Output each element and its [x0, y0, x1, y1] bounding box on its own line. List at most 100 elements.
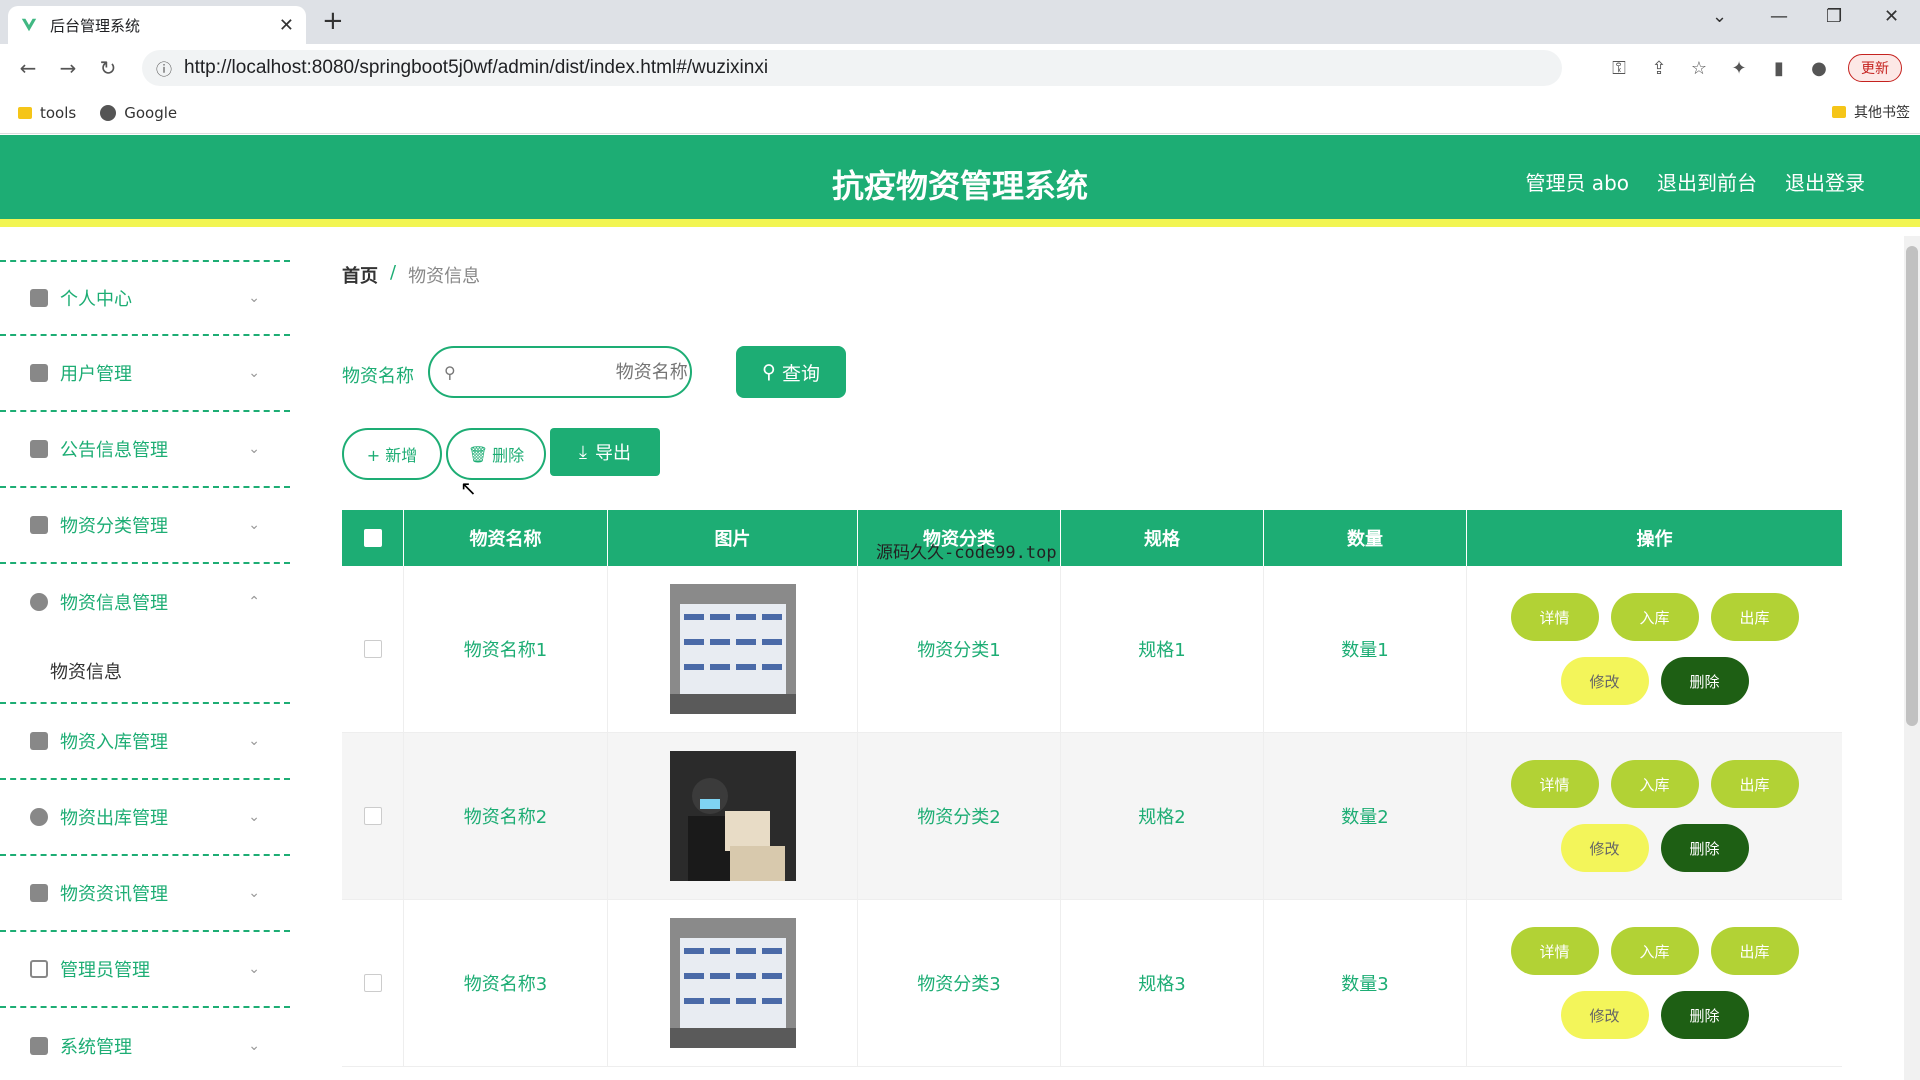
- chevron-down-icon: ⌄: [248, 885, 260, 901]
- new-tab-icon[interactable]: +: [322, 6, 344, 36]
- update-button[interactable]: 更新: [1848, 54, 1902, 82]
- chevron-down-icon: ⌄: [248, 961, 260, 977]
- close-window-icon[interactable]: ✕: [1884, 6, 1899, 27]
- cell-actions: 详情 入库 出库 修改 删除: [1467, 900, 1842, 1066]
- sidepanel-icon[interactable]: ▮: [1768, 58, 1790, 79]
- table-row: 物资名称1 物资分类1 规格1 数量1 详情 入库 出库 修改 删除: [342, 566, 1842, 733]
- delete-label: 删除: [492, 446, 525, 465]
- cell-category: 物资分类3: [858, 900, 1061, 1066]
- site-info-icon[interactable]: ⓘ: [156, 56, 172, 80]
- logout-link[interactable]: 退出登录: [1785, 167, 1865, 196]
- cell-spec: 规格2: [1061, 733, 1264, 899]
- row-checkbox[interactable]: [363, 640, 382, 658]
- sidebar-item-label: 物资信息管理: [60, 593, 168, 614]
- search-input[interactable]: [455, 361, 688, 383]
- edit-button[interactable]: 修改: [1560, 991, 1649, 1039]
- overlay-watermark-text: 源码久久-code99.top: [876, 543, 1057, 563]
- bookmark-google[interactable]: Google: [100, 104, 177, 122]
- globe-icon: [100, 104, 117, 121]
- sidebar-subitem-material-info[interactable]: 物资信息: [0, 640, 290, 704]
- row-checkbox[interactable]: [363, 807, 382, 825]
- stock-in-button[interactable]: 入库: [1610, 760, 1699, 808]
- minimize-icon[interactable]: —: [1770, 6, 1788, 27]
- col-header-qty[interactable]: 数量: [1264, 510, 1467, 566]
- col-header-name[interactable]: 物资名称: [404, 510, 608, 566]
- reload-icon[interactable]: ↻: [88, 56, 128, 80]
- crop-icon: [30, 960, 48, 978]
- page-scrollbar[interactable]: [1904, 236, 1920, 1080]
- batch-delete-button[interactable]: 🗑 删除: [446, 428, 546, 480]
- key-icon[interactable]: ⚿: [1608, 58, 1630, 79]
- sidebar-item-stock-in[interactable]: 物资入库管理 ⌄: [0, 704, 290, 780]
- sidebar-item-label: 公告信息管理: [60, 440, 168, 461]
- material-photo-person: [669, 751, 796, 881]
- sidebar-item-personal-center[interactable]: 个人中心 ⌄: [0, 260, 290, 336]
- tab-title: 后台管理系统: [50, 16, 141, 35]
- folder-icon: [1832, 106, 1846, 118]
- breadcrumb-home[interactable]: 首页: [342, 262, 378, 288]
- stock-in-button[interactable]: 入库: [1610, 593, 1699, 641]
- mouse-cursor-icon: ↖: [460, 476, 477, 500]
- stock-out-button[interactable]: 出库: [1710, 760, 1799, 808]
- share-icon[interactable]: ⇪: [1648, 58, 1670, 79]
- add-button[interactable]: + 新增: [342, 428, 442, 480]
- sidebar-item-label: 物资资讯管理: [60, 884, 168, 905]
- detail-button[interactable]: 详情: [1510, 927, 1599, 975]
- admin-user-link[interactable]: 管理员 abo: [1525, 167, 1629, 196]
- row-select-cell: [342, 900, 404, 1066]
- sidebar-item-stock-out[interactable]: 物资出库管理 ⌄: [0, 780, 290, 856]
- tab-list-icon[interactable]: ⌄: [1712, 6, 1727, 27]
- cell-name: 物资名称3: [404, 900, 608, 1066]
- extensions-icon[interactable]: ✦: [1728, 58, 1750, 79]
- stock-in-button[interactable]: 入库: [1610, 927, 1699, 975]
- delete-button[interactable]: 删除: [1660, 824, 1749, 872]
- other-bookmarks[interactable]: 其他书签: [1832, 102, 1910, 122]
- detail-button[interactable]: 详情: [1510, 760, 1599, 808]
- row-checkbox[interactable]: [363, 974, 382, 992]
- stock-out-button[interactable]: 出库: [1710, 927, 1799, 975]
- browser-tab[interactable]: 后台管理系统 ✕: [8, 6, 306, 44]
- profile-icon[interactable]: ●: [1808, 58, 1830, 79]
- search-field[interactable]: ⚲: [428, 346, 692, 398]
- sidebar-item-categories[interactable]: 物资分类管理 ⌄: [0, 488, 290, 564]
- cell-actions: 详情 入库 出库 修改 删除: [1467, 566, 1842, 732]
- chart-icon: [30, 440, 48, 458]
- chevron-down-icon: ⌄: [248, 365, 260, 381]
- delete-button[interactable]: 删除: [1660, 991, 1749, 1039]
- star-icon[interactable]: ☆: [1688, 58, 1710, 79]
- forward-icon[interactable]: →: [48, 56, 88, 80]
- cell-qty: 数量3: [1264, 900, 1467, 1066]
- back-icon[interactable]: ←: [8, 56, 48, 80]
- edit-button[interactable]: 修改: [1560, 657, 1649, 705]
- search-icon: ⚲: [762, 361, 776, 383]
- user-icon: [30, 289, 48, 307]
- close-tab-icon[interactable]: ✕: [279, 15, 294, 36]
- url-field[interactable]: ⓘ http://localhost:8080/springboot5j0wf/…: [142, 50, 1562, 86]
- delete-button[interactable]: 删除: [1660, 657, 1749, 705]
- stock-out-button[interactable]: 出库: [1710, 593, 1799, 641]
- chevron-down-icon: ⌄: [248, 733, 260, 749]
- sidebar-item-admins[interactable]: 管理员管理 ⌄: [0, 932, 290, 1008]
- col-header-spec[interactable]: 规格: [1061, 510, 1264, 566]
- sidebar-item-news[interactable]: 物资资讯管理 ⌄: [0, 856, 290, 932]
- export-button[interactable]: ⤓ 导出: [550, 428, 660, 476]
- trash-icon: 🗑: [467, 444, 489, 464]
- sidebar-item-users[interactable]: 用户管理 ⌄: [0, 336, 290, 412]
- cell-qty: 数量2: [1264, 733, 1467, 899]
- scrollbar-thumb[interactable]: [1906, 246, 1918, 726]
- briefcase-icon: [30, 884, 48, 902]
- sidebar-item-material-info[interactable]: 物资信息管理 ⌃: [0, 564, 290, 640]
- sidebar-item-announcements[interactable]: 公告信息管理 ⌄: [0, 412, 290, 488]
- clock-icon: [30, 593, 48, 611]
- table-header: 物资名称 图片 物资分类 规格 数量 操作: [342, 510, 1842, 566]
- exit-to-front-link[interactable]: 退出到前台: [1657, 167, 1757, 196]
- sidebar-item-label: 物资出库管理: [60, 808, 168, 829]
- query-button[interactable]: ⚲ 查询: [736, 346, 846, 398]
- sidebar-item-system[interactable]: 系统管理 ⌄: [0, 1008, 290, 1080]
- detail-button[interactable]: 详情: [1510, 593, 1599, 641]
- select-all-checkbox[interactable]: [363, 529, 382, 547]
- restore-icon[interactable]: ❐: [1826, 6, 1842, 27]
- bookmark-tools[interactable]: tools: [18, 104, 76, 122]
- edit-button[interactable]: 修改: [1560, 824, 1649, 872]
- bulb-icon: [30, 808, 48, 826]
